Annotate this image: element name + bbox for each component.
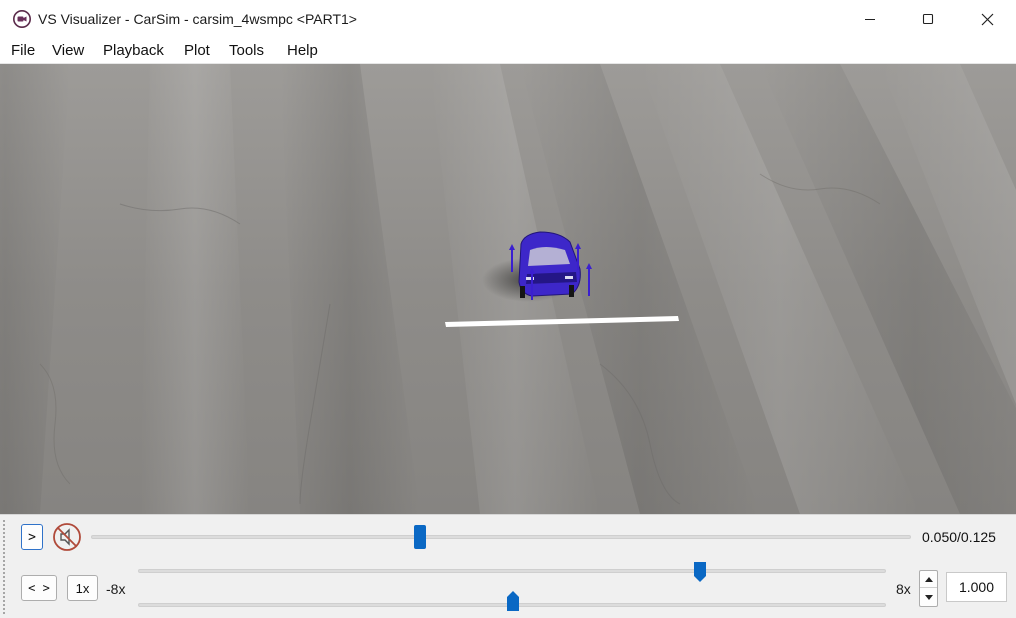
close-button[interactable] <box>958 0 1016 38</box>
window-title: VS Visualizer - CarSim - carsim_4wsmpc <… <box>38 11 357 27</box>
reset-speed-button[interactable]: 1x <box>67 575 98 601</box>
menu-plot[interactable]: Plot <box>184 42 210 59</box>
title-bar: VS Visualizer - CarSim - carsim_4wsmpc <… <box>0 0 1016 38</box>
minimize-button[interactable] <box>841 0 899 38</box>
time-readout: 0.050/0.125 <box>922 529 996 545</box>
maximize-button[interactable] <box>899 0 957 38</box>
menu-tools[interactable]: Tools <box>229 42 264 59</box>
speed-slider-lower[interactable] <box>138 591 886 611</box>
panel-grip[interactable] <box>2 519 6 615</box>
speed-min-label: -8x <box>106 581 126 597</box>
road-scene <box>0 64 1016 514</box>
close-icon <box>981 13 993 25</box>
menu-help[interactable]: Help <box>287 42 318 59</box>
vs-visualizer-camera-icon <box>13 10 31 28</box>
chevron-down-icon <box>924 594 933 600</box>
playback-controls: > 0.050/0.125 < > 1x -8x 8x <box>0 514 1016 618</box>
play-button[interactable]: > <box>21 524 43 550</box>
menu-file[interactable]: File <box>11 42 35 59</box>
rate-increase-button[interactable] <box>920 571 937 588</box>
rate-input[interactable] <box>946 572 1007 602</box>
speed-slider-upper[interactable] <box>138 562 886 582</box>
minimize-icon <box>865 19 875 20</box>
rate-spinner[interactable] <box>919 570 938 607</box>
speed-max-label: 8x <box>896 581 911 597</box>
menu-view[interactable]: View <box>52 42 84 59</box>
bounce-button[interactable]: < > <box>21 575 57 601</box>
maximize-icon <box>922 13 934 25</box>
speed-slider-lower-thumb[interactable] <box>506 590 520 612</box>
time-slider-thumb[interactable] <box>414 525 426 549</box>
menu-bar: File View Playback Plot Tools Help <box>0 38 1016 64</box>
3d-viewport[interactable] <box>0 64 1016 514</box>
menu-playback[interactable]: Playback <box>103 42 164 59</box>
speaker-muted-icon[interactable] <box>52 522 82 552</box>
chevron-up-icon <box>924 577 933 582</box>
speed-slider-upper-thumb[interactable] <box>693 561 707 583</box>
rate-decrease-button[interactable] <box>920 589 937 606</box>
time-slider[interactable] <box>91 525 911 549</box>
